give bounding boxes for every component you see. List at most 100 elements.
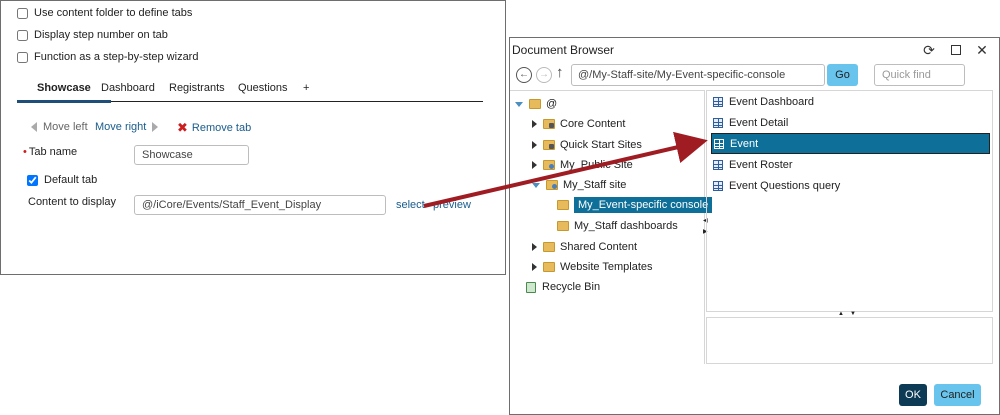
- step-by-step-wizard-label: Function as a step-by-step wizard: [34, 51, 199, 63]
- default-tab-checkbox[interactable]: [27, 174, 38, 186]
- default-tab-checkbox-row[interactable]: Default tab: [27, 172, 97, 188]
- folder-tree: @ Core Content Quick Start Sites My_Publ…: [510, 90, 713, 364]
- tab-showcase[interactable]: Showcase: [37, 82, 91, 94]
- tab-questions[interactable]: Questions: [238, 82, 288, 94]
- maximize-button[interactable]: [947, 41, 965, 59]
- tree-node-my-event-specific-console[interactable]: My_Event-specific console: [557, 194, 713, 216]
- display-step-number-label: Display step number on tab: [34, 29, 168, 41]
- query-document-icon: [714, 138, 724, 149]
- active-tab-indicator: [17, 100, 111, 103]
- move-right-button[interactable]: Move right: [95, 121, 159, 133]
- document-browser-dialog: Document Browser ⟳ ✕ ← → ↑ @/My-Staff-si…: [509, 37, 1000, 415]
- list-item-event-roster[interactable]: Event Roster: [711, 156, 990, 174]
- tree-node-label: My_Public Site: [560, 159, 633, 171]
- move-right-label: Move right: [95, 121, 147, 133]
- query-document-icon: [713, 160, 723, 170]
- tree-node-my-staff-site[interactable]: My_Staff site: [532, 176, 626, 194]
- tree-node-label: Shared Content: [560, 241, 638, 253]
- tree-node-my-public-site[interactable]: My_Public Site: [532, 156, 633, 174]
- arrow-right-icon: [152, 122, 159, 132]
- expand-icon: [532, 120, 537, 128]
- move-left-button[interactable]: Move left: [31, 121, 88, 133]
- list-item-event-detail[interactable]: Event Detail: [711, 114, 990, 132]
- tab-registrants[interactable]: Registrants: [169, 82, 225, 94]
- folder-icon: [543, 262, 555, 272]
- site-folder-icon: [543, 160, 555, 170]
- tab-dashboard[interactable]: Dashboard: [101, 82, 155, 94]
- quick-find-input[interactable]: Quick find: [874, 64, 965, 86]
- refresh-icon[interactable]: ⟳: [920, 41, 938, 59]
- use-content-folder-label: Use content folder to define tabs: [34, 7, 193, 19]
- collapse-icon: [532, 182, 540, 188]
- list-item-label: Event Roster: [729, 159, 793, 171]
- display-step-number-checkbox-row[interactable]: Display step number on tab: [17, 27, 168, 43]
- tree-node-label: Website Templates: [560, 261, 653, 273]
- go-button[interactable]: Go: [827, 64, 858, 86]
- up-arrow-icon[interactable]: ↑: [556, 64, 564, 81]
- tree-node-label: Quick Start Sites: [560, 139, 642, 151]
- locked-folder-icon: [543, 140, 555, 150]
- tree-node-shared-content[interactable]: Shared Content: [532, 238, 637, 256]
- tree-node-root[interactable]: @: [515, 95, 557, 113]
- add-tab-button[interactable]: +: [303, 82, 309, 94]
- expand-icon: [532, 161, 537, 169]
- remove-tab-button[interactable]: ✖ Remove tab: [177, 120, 251, 136]
- locked-folder-icon: [543, 119, 555, 129]
- tree-node-label: My_Staff dashboards: [574, 220, 678, 232]
- tab-name-input[interactable]: Showcase: [134, 145, 249, 165]
- ok-button[interactable]: OK: [899, 384, 927, 406]
- tree-node-label: My_Event-specific console: [574, 197, 713, 213]
- tab-name-label: • Tab name: [23, 146, 77, 158]
- folder-icon: [557, 221, 569, 231]
- select-link[interactable]: select: [396, 199, 425, 211]
- tab-name-label-text: Tab name: [28, 146, 78, 158]
- list-item-event[interactable]: Event: [711, 133, 990, 154]
- expand-icon: [532, 263, 537, 271]
- dialog-titlebar: Document Browser ⟳ ✕: [510, 38, 999, 62]
- cancel-button[interactable]: Cancel: [934, 384, 981, 406]
- use-content-folder-checkbox-row[interactable]: Use content folder to define tabs: [17, 5, 192, 21]
- tree-node-quick-start-sites[interactable]: Quick Start Sites: [532, 136, 642, 154]
- folder-icon: [529, 99, 541, 109]
- query-document-icon: [713, 118, 723, 128]
- query-document-icon: [713, 97, 723, 107]
- close-icon[interactable]: ✕: [973, 41, 991, 59]
- query-document-icon: [713, 181, 723, 191]
- list-item-label: Event Questions query: [729, 180, 841, 192]
- move-left-label: Move left: [43, 121, 88, 133]
- content-to-display-input[interactable]: @/iCore/Events/Staff_Event_Display: [134, 195, 386, 215]
- list-item-event-questions-query[interactable]: Event Questions query: [711, 177, 990, 195]
- tree-node-my-staff-dashboards[interactable]: My_Staff dashboards: [557, 217, 678, 235]
- tree-node-label: @: [546, 98, 558, 110]
- dialog-title: Document Browser: [512, 43, 615, 57]
- display-step-number-checkbox[interactable]: [17, 29, 28, 41]
- back-icon[interactable]: ←: [516, 67, 532, 83]
- maximize-icon: [951, 45, 961, 55]
- tree-node-website-templates[interactable]: Website Templates: [532, 258, 653, 276]
- folder-icon: [557, 200, 569, 210]
- list-item-label: Event Detail: [729, 117, 789, 129]
- step-by-step-wizard-checkbox[interactable]: [17, 51, 28, 63]
- expand-icon: [532, 243, 537, 251]
- recycle-bin-icon: [526, 281, 536, 293]
- tree-node-recycle-bin[interactable]: Recycle Bin: [526, 278, 600, 296]
- remove-tab-label: Remove tab: [191, 122, 252, 134]
- path-input[interactable]: @/My-Staff-site/My-Event-specific-consol…: [571, 64, 825, 86]
- list-item-label: Event: [730, 137, 759, 150]
- tree-node-core-content[interactable]: Core Content: [532, 115, 625, 133]
- expand-icon: [532, 141, 537, 149]
- collapse-icon: [515, 101, 523, 107]
- forward-icon[interactable]: →: [536, 67, 552, 83]
- required-marker: •: [23, 146, 27, 158]
- tab-settings-panel: Use content folder to define tabs Displa…: [0, 0, 506, 275]
- tree-node-label: Core Content: [560, 118, 626, 130]
- step-by-step-wizard-checkbox-row[interactable]: Function as a step-by-step wizard: [17, 49, 198, 65]
- tree-node-label: My_Staff site: [563, 179, 627, 191]
- list-item-event-dashboard[interactable]: Event Dashboard: [711, 93, 990, 111]
- content-to-display-label: Content to display: [28, 196, 117, 208]
- preview-link[interactable]: preview: [433, 199, 471, 211]
- site-folder-icon: [546, 180, 558, 190]
- document-list: Event Dashboard Event Detail Event Event…: [706, 90, 993, 312]
- use-content-folder-checkbox[interactable]: [17, 7, 28, 19]
- tab-strip: Showcase Dashboard Registrants Questions…: [17, 78, 483, 103]
